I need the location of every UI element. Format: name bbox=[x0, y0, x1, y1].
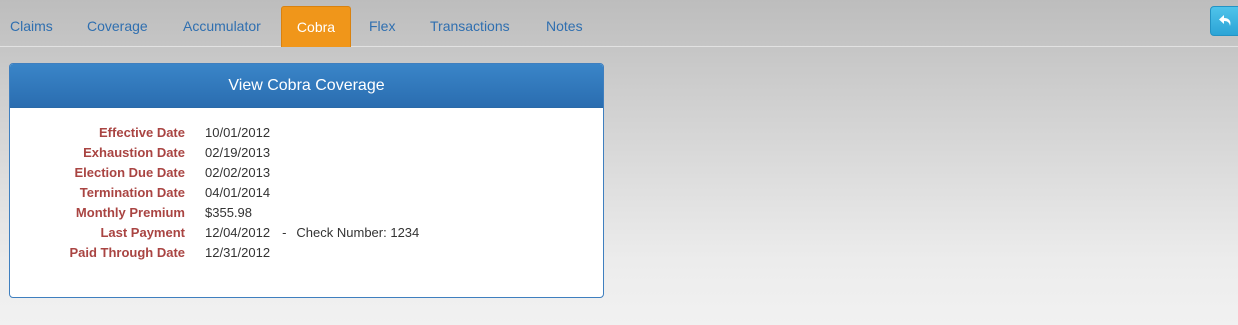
detail-row-last-payment: Last Payment 12/04/2012- Check Number: 12… bbox=[10, 223, 603, 243]
coverage-details: Effective Date 10/01/2012 Exhaustion Dat… bbox=[10, 123, 603, 263]
tab-transactions[interactable]: Transactions bbox=[430, 6, 510, 47]
tab-coverage[interactable]: Coverage bbox=[87, 6, 148, 47]
detail-row-paid-through-date: Paid Through Date 12/31/2012 bbox=[10, 243, 603, 263]
reply-arrow-icon bbox=[1219, 15, 1231, 26]
tab-cobra[interactable]: Cobra bbox=[281, 6, 351, 47]
field-value-group: 12/04/2012- Check Number: 1234 bbox=[205, 223, 419, 243]
tab-flex[interactable]: Flex bbox=[369, 6, 395, 47]
detail-row-exhaustion-date: Exhaustion Date 02/19/2013 bbox=[10, 143, 603, 163]
field-value: 10/01/2012 bbox=[205, 125, 271, 140]
detail-row-termination-date: Termination Date 04/01/2014 bbox=[10, 183, 603, 203]
panel-title: View Cobra Coverage bbox=[10, 64, 603, 108]
value-separator: - bbox=[282, 225, 287, 240]
tab-accumulator[interactable]: Accumulator bbox=[183, 6, 261, 47]
field-label: Paid Through Date bbox=[69, 245, 185, 260]
cobra-coverage-panel: View Cobra Coverage Effective Date 10/01… bbox=[9, 63, 604, 298]
detail-row-monthly-premium: Monthly Premium $355.98 bbox=[10, 203, 603, 223]
field-value: 02/02/2013 bbox=[205, 165, 271, 180]
field-value: 04/01/2014 bbox=[205, 185, 271, 200]
field-value: 12/31/2012 bbox=[205, 245, 271, 260]
field-value: 12/04/2012 bbox=[205, 225, 271, 240]
field-value: 02/19/2013 bbox=[205, 145, 271, 160]
field-label: Effective Date bbox=[99, 125, 185, 140]
field-label: Monthly Premium bbox=[75, 205, 185, 220]
field-label: Termination Date bbox=[79, 185, 185, 200]
tab-bar: Claims Coverage Accumulator Cobra Flex T… bbox=[0, 0, 1238, 47]
back-button[interactable] bbox=[1210, 6, 1238, 36]
field-label: Exhaustion Date bbox=[83, 145, 185, 160]
field-label: Election Due Date bbox=[74, 165, 185, 180]
detail-row-election-due-date: Election Due Date 02/02/2013 bbox=[10, 163, 603, 183]
detail-row-effective-date: Effective Date 10/01/2012 bbox=[10, 123, 603, 143]
field-label: Last Payment bbox=[100, 225, 185, 240]
check-number: Check Number: 1234 bbox=[296, 225, 420, 240]
tab-claims[interactable]: Claims bbox=[10, 6, 53, 47]
tab-notes[interactable]: Notes bbox=[546, 6, 583, 47]
field-value: $355.98 bbox=[205, 205, 252, 220]
